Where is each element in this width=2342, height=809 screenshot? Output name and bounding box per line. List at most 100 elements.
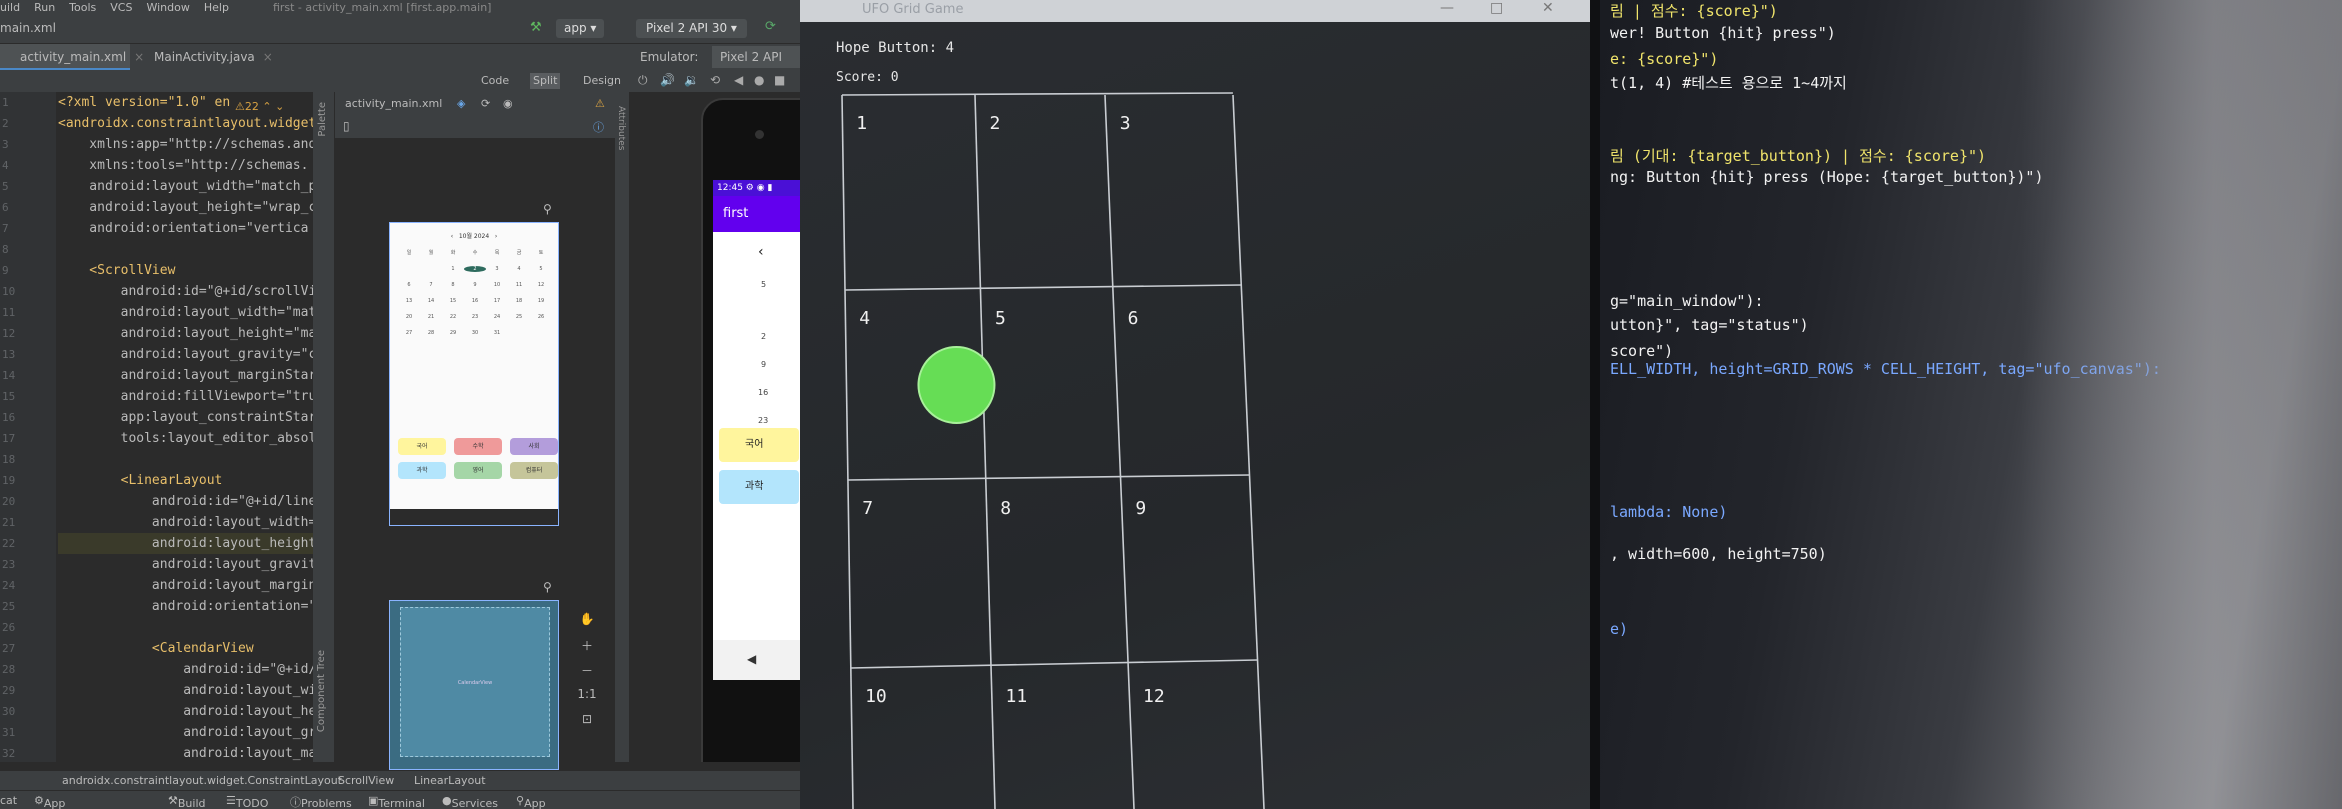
phone-date[interactable]: 9: [761, 360, 766, 369]
layers-icon[interactable]: ◈: [457, 97, 465, 110]
tool-build[interactable]: ⚒ Build: [168, 794, 206, 809]
calendar-day[interactable]: 27: [398, 330, 420, 336]
code-mode-button[interactable]: Code: [478, 73, 512, 89]
calendar-day[interactable]: 9: [464, 282, 486, 288]
subject-chip[interactable]: 국어: [398, 438, 446, 455]
phone-date[interactable]: 23: [758, 416, 768, 425]
phone-screen[interactable]: 12:45 ⚙ ◉ ▮ first ‹ 5 2 9 16 23 30 국어 과학…: [713, 180, 800, 680]
zoom-ratio-button[interactable]: 1:1: [575, 687, 599, 712]
menu-tools[interactable]: Tools: [69, 1, 96, 14]
code-line[interactable]: android:layout_gravit: [58, 554, 313, 575]
component-tree-tab[interactable]: Component Tree: [316, 650, 327, 732]
fit-screen-icon[interactable]: ⊡: [575, 712, 599, 737]
calendar-day[interactable]: 18: [508, 298, 530, 304]
phone-date[interactable]: 5: [761, 280, 766, 289]
ufo-canvas[interactable]: [800, 0, 1600, 809]
code-line[interactable]: android:layout_height="wrap_c: [58, 197, 313, 218]
home-icon[interactable]: ●: [754, 73, 764, 87]
split-mode-button[interactable]: Split: [530, 73, 561, 89]
calendar-day[interactable]: 17: [486, 298, 508, 304]
calendar-day[interactable]: 28: [420, 330, 442, 336]
ufo-target[interactable]: [917, 346, 996, 424]
attributes-tab[interactable]: Attributes: [616, 106, 626, 150]
code-line[interactable]: [58, 239, 313, 260]
breadcrumb-item[interactable]: ScrollView: [338, 774, 394, 787]
calendar-day[interactable]: 23: [464, 314, 486, 320]
info-icon[interactable]: ⓘ: [593, 119, 604, 135]
palette-tab[interactable]: Palette: [317, 102, 328, 137]
calendar-prev-icon[interactable]: ‹: [758, 244, 764, 260]
tab-activity-main[interactable]: activity_main.xml ×: [0, 44, 144, 70]
subject-chip[interactable]: 사회: [510, 438, 558, 455]
calendar-day[interactable]: 20: [398, 314, 420, 320]
code-line[interactable]: app:layout_constraintStar: [58, 407, 313, 428]
code-line[interactable]: android:layout_he: [58, 701, 313, 722]
calendar-day[interactable]: [420, 266, 442, 272]
tab-main-activity[interactable]: MainActivity.java ×: [134, 44, 273, 70]
calendar-day[interactable]: 29: [442, 330, 464, 336]
project-breadcrumb[interactable]: main.xml: [0, 21, 56, 35]
code-line[interactable]: android:layout_width="mat: [58, 302, 313, 323]
calendar-day[interactable]: 16: [464, 298, 486, 304]
subject-chip[interactable]: 과학: [398, 462, 446, 479]
menu-run[interactable]: Run: [34, 1, 55, 14]
back-icon[interactable]: ◀: [734, 73, 743, 87]
overview-icon[interactable]: ■: [774, 73, 785, 87]
tool-logcat[interactable]: cat: [0, 794, 17, 807]
orientation-icon[interactable]: ⟳: [481, 97, 490, 110]
code-line[interactable]: android:id="@+id/line: [58, 491, 313, 512]
run-config-select[interactable]: app ▾: [556, 19, 605, 38]
phone-date[interactable]: 2: [761, 332, 766, 341]
calendar-day[interactable]: 26: [530, 314, 552, 320]
calendar-day[interactable]: 11: [508, 282, 530, 288]
calendar-day[interactable]: 7: [420, 282, 442, 288]
code-line[interactable]: android:layout_margin: [58, 575, 313, 596]
code-line[interactable]: android:layout_height="ma: [58, 323, 313, 344]
calendar-day[interactable]: 13: [398, 298, 420, 304]
breadcrumb-item[interactable]: LinearLayout: [414, 774, 486, 787]
layout-preview[interactable]: ‹ 10월 2024 › 일 월 화 수 목 금 토 1 2 3 4 5 6 7 8 9 10 11 12 13 14 1…: [389, 222, 559, 526]
subject-chip[interactable]: 수학: [454, 438, 502, 455]
code-line[interactable]: <ScrollView: [58, 260, 313, 281]
pin-icon[interactable]: ⚲: [543, 202, 552, 216]
subject-chip[interactable]: 컴퓨터: [510, 462, 558, 479]
pin-icon[interactable]: ⚲: [543, 580, 552, 594]
phone-date[interactable]: 16: [758, 388, 768, 397]
volume-down-icon[interactable]: 🔉: [684, 73, 699, 87]
code-line[interactable]: android:layout_width=: [58, 512, 313, 533]
code-line[interactable]: android:layout_gr: [58, 722, 313, 743]
subject-chip[interactable]: 영어: [454, 462, 502, 479]
blueprint-preview[interactable]: CalendarView: [389, 600, 559, 770]
code-line[interactable]: android:orientation=": [58, 596, 313, 617]
code-line[interactable]: xmlns:tools="http://schemas.: [58, 155, 313, 176]
code-line[interactable]: <CalendarView: [58, 638, 313, 659]
calendar-day[interactable]: 14: [420, 298, 442, 304]
subject-button-korean[interactable]: 국어: [719, 428, 799, 462]
calendar-day[interactable]: 10: [486, 282, 508, 288]
calendar-day[interactable]: 21: [420, 314, 442, 320]
tool-problems[interactable]: ⓘ Problems: [290, 794, 352, 809]
breadcrumb-item[interactable]: androidx.constraintlayout.widget.Constra…: [62, 774, 342, 787]
calendar-day[interactable]: 15: [442, 298, 464, 304]
zoom-out-icon[interactable]: －: [575, 662, 599, 687]
tool-todo[interactable]: ☰ TODO: [226, 794, 268, 809]
warning-icon[interactable]: ⚠: [595, 97, 605, 110]
calendar-day[interactable]: 12: [530, 282, 552, 288]
calendar-day[interactable]: 25: [508, 314, 530, 320]
code-line[interactable]: tools:layout_editor_absol: [58, 428, 313, 449]
device-select[interactable]: Pixel 2 API 30 ▾: [636, 19, 747, 38]
calendar-day[interactable]: 19: [530, 298, 552, 304]
menu-build[interactable]: uild: [0, 1, 20, 14]
design-mode-button[interactable]: Design: [580, 73, 624, 89]
code-line[interactable]: xmlns:app="http://schemas.and: [58, 134, 313, 155]
device-icon[interactable]: ◉: [503, 97, 513, 110]
code-line[interactable]: [58, 449, 313, 470]
code-line[interactable]: android:layout_gravity="c: [58, 344, 313, 365]
calendar-day[interactable]: 3: [486, 266, 508, 272]
blueprint-icon[interactable]: ▯: [343, 119, 350, 133]
calendar-day[interactable]: 6: [398, 282, 420, 288]
code-line[interactable]: <?xml version="1.0" en: [58, 92, 313, 113]
code-line[interactable]: android:layout_height: [58, 533, 313, 554]
tool-services[interactable]: ● Services: [442, 794, 498, 809]
menu-help[interactable]: Help: [204, 1, 229, 14]
